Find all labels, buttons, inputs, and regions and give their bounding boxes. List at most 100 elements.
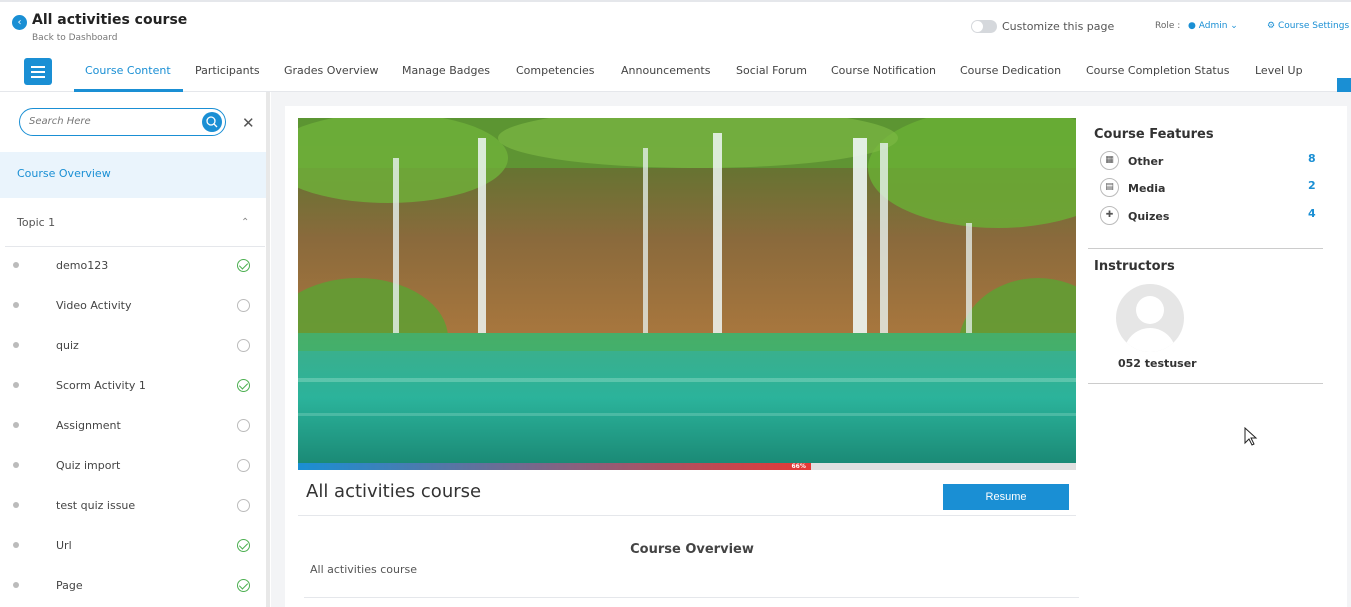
search-icon[interactable]	[202, 112, 222, 132]
gear-icon: ⚙	[1267, 21, 1276, 31]
tab-announcements[interactable]: Announcements	[621, 64, 710, 77]
search-box[interactable]: Search Here	[19, 108, 226, 136]
feature-item-media: ▤ Media 2	[1100, 178, 1320, 198]
bullet-icon	[13, 342, 19, 348]
completed-check-icon	[237, 579, 250, 592]
tab-level-up[interactable]: Level Up	[1255, 64, 1303, 77]
puzzle-icon: ✚	[1100, 206, 1119, 225]
tab-grades-overview[interactable]: Grades Overview	[284, 64, 379, 77]
course-banner-image	[298, 118, 1076, 463]
document-icon: ▤	[1100, 178, 1119, 197]
list-item[interactable]: Quiz import	[0, 446, 265, 486]
mouse-cursor-icon	[1244, 426, 1258, 451]
role-value: Admin	[1198, 21, 1228, 31]
customize-toggle[interactable]	[971, 20, 997, 33]
close-icon[interactable]: ✕	[242, 114, 255, 132]
completed-check-icon	[237, 539, 250, 552]
course-progress-bar: 66%	[298, 463, 1076, 470]
avatar	[1116, 284, 1184, 352]
incomplete-circle-icon	[237, 299, 250, 312]
sidebar-item-course-overview[interactable]: Course Overview	[0, 152, 269, 198]
feature-label: Other	[1128, 155, 1164, 168]
incomplete-circle-icon	[237, 499, 250, 512]
activity-name: Page	[56, 579, 83, 592]
bullet-icon	[13, 502, 19, 508]
completed-check-icon	[237, 259, 250, 272]
search-input[interactable]: Search Here	[29, 116, 91, 127]
calendar-icon: ▦	[1100, 151, 1119, 170]
feature-count: 2	[1308, 179, 1316, 192]
role-label: Role :	[1155, 21, 1181, 31]
page-title: All activities course	[32, 12, 188, 28]
activity-name: Quiz import	[56, 459, 121, 472]
activity-name: quiz	[56, 339, 79, 352]
sidebar-item-label: Course Overview	[17, 167, 111, 180]
bullet-icon	[13, 302, 19, 308]
course-sidebar: Search Here ✕ Course Overview Topic 1 ⌃ …	[0, 92, 270, 607]
back-arrow-icon[interactable]: ‹	[12, 15, 27, 30]
bullet-icon	[13, 262, 19, 268]
activity-name: test quiz issue	[56, 499, 136, 512]
sidebar-scrollbar[interactable]	[266, 92, 270, 607]
course-settings-label: Course Settings	[1277, 21, 1350, 31]
chevron-down-icon: ⌄	[1230, 21, 1238, 31]
list-item[interactable]: Assignment	[0, 406, 265, 446]
feature-item-quizes: ✚ Quizes 4	[1100, 206, 1320, 226]
chevron-up-icon[interactable]: ⌃	[241, 217, 249, 228]
progress-label: 66%	[791, 463, 806, 470]
feature-count: 4	[1308, 207, 1316, 220]
course-features-title: Course Features	[1094, 127, 1214, 142]
activity-name: Assignment	[56, 419, 121, 432]
tab-social-forum[interactable]: Social Forum	[736, 64, 807, 77]
tab-course-completion-status[interactable]: Course Completion Status	[1086, 64, 1229, 77]
feature-label: Media	[1128, 182, 1166, 195]
activity-name: Scorm Activity 1	[56, 379, 146, 392]
customize-label: Customize this page	[1002, 20, 1115, 33]
course-overview-text: All activities course	[310, 563, 417, 576]
instructors-title: Instructors	[1094, 259, 1175, 274]
course-nav: Course Content Participants Grades Overv…	[0, 50, 1351, 92]
list-item[interactable]: Video Activity	[0, 286, 265, 326]
bullet-icon	[13, 382, 19, 388]
resume-button[interactable]: Resume	[943, 484, 1069, 510]
role-dropdown[interactable]: ● Admin ⌄	[1188, 21, 1238, 31]
activity-name: Url	[56, 539, 72, 552]
list-item[interactable]: demo123	[0, 246, 265, 286]
incomplete-circle-icon	[237, 459, 250, 472]
feature-label: Quizes	[1128, 210, 1170, 223]
tab-competencies[interactable]: Competencies	[516, 64, 595, 77]
menu-icon[interactable]	[24, 58, 52, 85]
incomplete-circle-icon	[237, 419, 250, 432]
list-item[interactable]: Url	[0, 526, 265, 566]
progress-fill	[298, 463, 812, 470]
incomplete-circle-icon	[237, 339, 250, 352]
list-item[interactable]: quiz	[0, 326, 265, 366]
instructor-name: 052 testuser	[1118, 357, 1197, 370]
activity-name: demo123	[56, 259, 109, 272]
top-bar: ‹ All activities course Back to Dashboar…	[0, 0, 1351, 48]
course-overview-heading: Course Overview	[630, 542, 754, 557]
divider	[1088, 383, 1323, 384]
divider	[304, 597, 1079, 598]
activity-name: Video Activity	[56, 299, 132, 312]
list-item[interactable]: Scorm Activity 1	[0, 366, 265, 406]
list-item[interactable]: test quiz issue	[0, 486, 265, 526]
divider	[1088, 248, 1323, 249]
bullet-icon	[13, 542, 19, 548]
back-to-dashboard-link[interactable]: Back to Dashboard	[32, 33, 117, 43]
bullet-icon	[13, 422, 19, 428]
feature-item-other: ▦ Other 8	[1100, 151, 1320, 171]
course-settings-link[interactable]: ⚙ Course Settings	[1267, 21, 1349, 31]
topic-header[interactable]: Topic 1	[17, 216, 55, 229]
completed-check-icon	[237, 379, 250, 392]
tab-course-content[interactable]: Course Content	[85, 64, 171, 77]
list-item[interactable]: Page	[0, 566, 265, 606]
tab-manage-badges[interactable]: Manage Badges	[402, 64, 490, 77]
course-title: All activities course	[306, 481, 482, 502]
tab-course-notification[interactable]: Course Notification	[831, 64, 936, 77]
tab-participants[interactable]: Participants	[195, 64, 260, 77]
bullet-icon	[13, 462, 19, 468]
bullet-icon	[13, 582, 19, 588]
divider	[298, 515, 1076, 516]
tab-course-dedication[interactable]: Course Dedication	[960, 64, 1061, 77]
